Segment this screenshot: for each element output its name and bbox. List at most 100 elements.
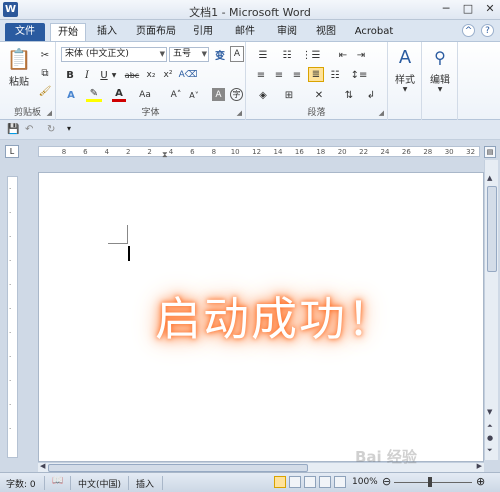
- zoom-in-icon[interactable]: ⊕: [476, 475, 485, 488]
- subscript-button[interactable]: x₂: [144, 68, 158, 82]
- clear-format-icon[interactable]: A⌫: [179, 68, 198, 82]
- zoom-out-icon[interactable]: ⊖: [382, 475, 391, 488]
- scroll-left-icon[interactable]: ◀: [40, 462, 45, 470]
- browse-object-icon[interactable]: ●: [487, 434, 493, 442]
- align-center-icon[interactable]: ≡: [272, 68, 286, 82]
- tab-file[interactable]: 文件: [5, 23, 45, 41]
- sort-icon[interactable]: ⇅: [342, 88, 356, 102]
- char-shading-icon[interactable]: A: [212, 88, 225, 101]
- numbering-icon[interactable]: ☷: [278, 48, 296, 62]
- dialog-launcher-icon[interactable]: ◢: [237, 109, 242, 117]
- copy-icon[interactable]: ⧉: [38, 66, 52, 80]
- editing-button[interactable]: ⚲ 编辑 ▼: [425, 46, 455, 96]
- zoom-slider-thumb[interactable]: [428, 477, 432, 487]
- justify-icon[interactable]: ≣: [308, 67, 324, 82]
- paste-button[interactable]: 📋 粘贴: [6, 46, 32, 90]
- dialog-launcher-icon[interactable]: ◢: [47, 109, 52, 117]
- phonetic-guide-icon[interactable]: 变: [213, 46, 227, 62]
- indent-marker-icon[interactable]: ⧗: [162, 150, 168, 160]
- decrease-indent-icon[interactable]: ⇤: [336, 48, 350, 62]
- bold-button[interactable]: B: [64, 68, 76, 82]
- undo-icon[interactable]: ↶: [25, 124, 33, 135]
- ruler-tick-label: 32: [466, 148, 476, 156]
- customize-icon[interactable]: ▾: [67, 124, 71, 133]
- grow-font-icon[interactable]: A˄: [168, 88, 184, 102]
- tab-page-layout[interactable]: 页面布局: [130, 23, 182, 41]
- align-right-icon[interactable]: ≡: [290, 68, 304, 82]
- web-layout-view-icon[interactable]: [304, 476, 316, 488]
- horizontal-scrollbar[interactable]: ◀ ▶: [38, 462, 484, 472]
- tab-selector-icon[interactable]: L: [5, 145, 19, 158]
- minimize-icon[interactable]: ─: [440, 2, 452, 15]
- help-icon[interactable]: ?: [481, 24, 494, 37]
- language-status[interactable]: 中文(中国): [78, 477, 121, 490]
- dropdown-arrow-icon: ▼: [201, 50, 207, 58]
- font-color-icon[interactable]: A: [112, 88, 126, 102]
- underline-button[interactable]: U: [98, 68, 110, 82]
- line-spacing-icon[interactable]: ↕≡: [350, 68, 368, 82]
- save-icon[interactable]: 💾: [7, 124, 19, 135]
- scroll-thumb[interactable]: [487, 186, 497, 272]
- cut-icon[interactable]: ✂: [38, 48, 52, 62]
- vertical-scrollbar[interactable]: ▲ ▼ ⏶ ● ⏷: [484, 160, 498, 460]
- scroll-up-icon[interactable]: ▲: [487, 174, 492, 182]
- proofing-icon[interactable]: 📖: [52, 476, 63, 486]
- chinese-layout-icon[interactable]: ✕: [310, 88, 328, 102]
- text-effects-icon[interactable]: A: [64, 88, 78, 102]
- change-case-icon[interactable]: Aa: [138, 88, 152, 102]
- maximize-icon[interactable]: □: [462, 2, 474, 15]
- distributed-icon[interactable]: ☷: [328, 68, 342, 82]
- ruler-tick-label: 24: [380, 148, 390, 156]
- tab-acrobat[interactable]: Acrobat: [350, 23, 398, 41]
- shrink-font-icon[interactable]: A˅: [186, 88, 202, 102]
- zoom-slider[interactable]: [394, 482, 472, 483]
- styles-label: 样式: [395, 75, 415, 86]
- dialog-launcher-icon[interactable]: ◢: [379, 109, 384, 117]
- word-count[interactable]: 字数: 0: [6, 477, 36, 490]
- chevron-down-icon[interactable]: ▼: [110, 68, 118, 82]
- ruler-tick-mark: ·: [9, 233, 12, 241]
- enclose-chars-icon[interactable]: 字: [230, 88, 243, 101]
- font-name-combo[interactable]: 宋体 (中文正文) ▼: [61, 47, 167, 62]
- multilevel-list-icon[interactable]: ⋮☰: [302, 48, 321, 62]
- tab-references[interactable]: 引用: [186, 23, 220, 41]
- italic-button[interactable]: I: [81, 68, 93, 82]
- show-marks-icon[interactable]: ↲: [364, 88, 378, 102]
- editing-group: ⚲ 编辑 ▼: [422, 42, 458, 120]
- horizontal-ruler[interactable]: ⧗ 8 6 4 2 2 4 6 8 10 12 14 16 18 20 22 24 26 28 30 32: [38, 146, 480, 160]
- shading-icon[interactable]: ◈: [254, 88, 272, 102]
- prev-page-icon[interactable]: ⏶: [487, 422, 493, 431]
- char-border-icon[interactable]: A: [230, 46, 244, 62]
- scroll-down-icon[interactable]: ▼: [487, 408, 492, 416]
- close-icon[interactable]: ✕: [484, 2, 496, 15]
- tab-view[interactable]: 视图: [309, 23, 343, 41]
- highlight-icon[interactable]: ✎: [86, 88, 102, 102]
- tab-mailings[interactable]: 邮件: [228, 23, 262, 41]
- strikethrough-button[interactable]: abc: [124, 68, 140, 82]
- redo-icon[interactable]: ↻: [47, 124, 55, 135]
- print-layout-view-icon[interactable]: [274, 476, 286, 488]
- full-screen-view-icon[interactable]: [289, 476, 301, 488]
- borders-icon[interactable]: ⊞: [280, 88, 298, 102]
- increase-indent-icon[interactable]: ⇥: [354, 48, 368, 62]
- scroll-thumb[interactable]: [48, 464, 308, 472]
- ribbon-collapse-icon[interactable]: ^: [462, 24, 475, 37]
- font-size-combo[interactable]: 五号 ▼: [169, 47, 209, 62]
- ribbon-tabs: 文件 开始 插入 页面布局 引用 邮件 审阅 视图 Acrobat ^ ?: [0, 20, 500, 41]
- scroll-right-icon[interactable]: ▶: [477, 462, 482, 470]
- ruler-tick-mark: ·: [9, 377, 12, 385]
- align-left-icon[interactable]: ≡: [254, 68, 268, 82]
- tab-insert[interactable]: 插入: [90, 23, 124, 41]
- bullets-icon[interactable]: ☰: [254, 48, 272, 62]
- superscript-button[interactable]: x²: [161, 68, 175, 82]
- styles-button[interactable]: A 样式 ▼: [391, 46, 419, 96]
- tab-review[interactable]: 审阅: [270, 23, 304, 41]
- format-painter-icon[interactable]: 🖌: [38, 84, 52, 98]
- tab-home[interactable]: 开始: [50, 23, 86, 41]
- next-page-icon[interactable]: ⏷: [487, 446, 493, 455]
- draft-view-icon[interactable]: [334, 476, 346, 488]
- zoom-level[interactable]: 100%: [352, 477, 378, 487]
- insert-mode[interactable]: 插入: [136, 477, 154, 490]
- outline-view-icon[interactable]: [319, 476, 331, 488]
- view-ruler-toggle-icon[interactable]: ▤: [484, 146, 496, 158]
